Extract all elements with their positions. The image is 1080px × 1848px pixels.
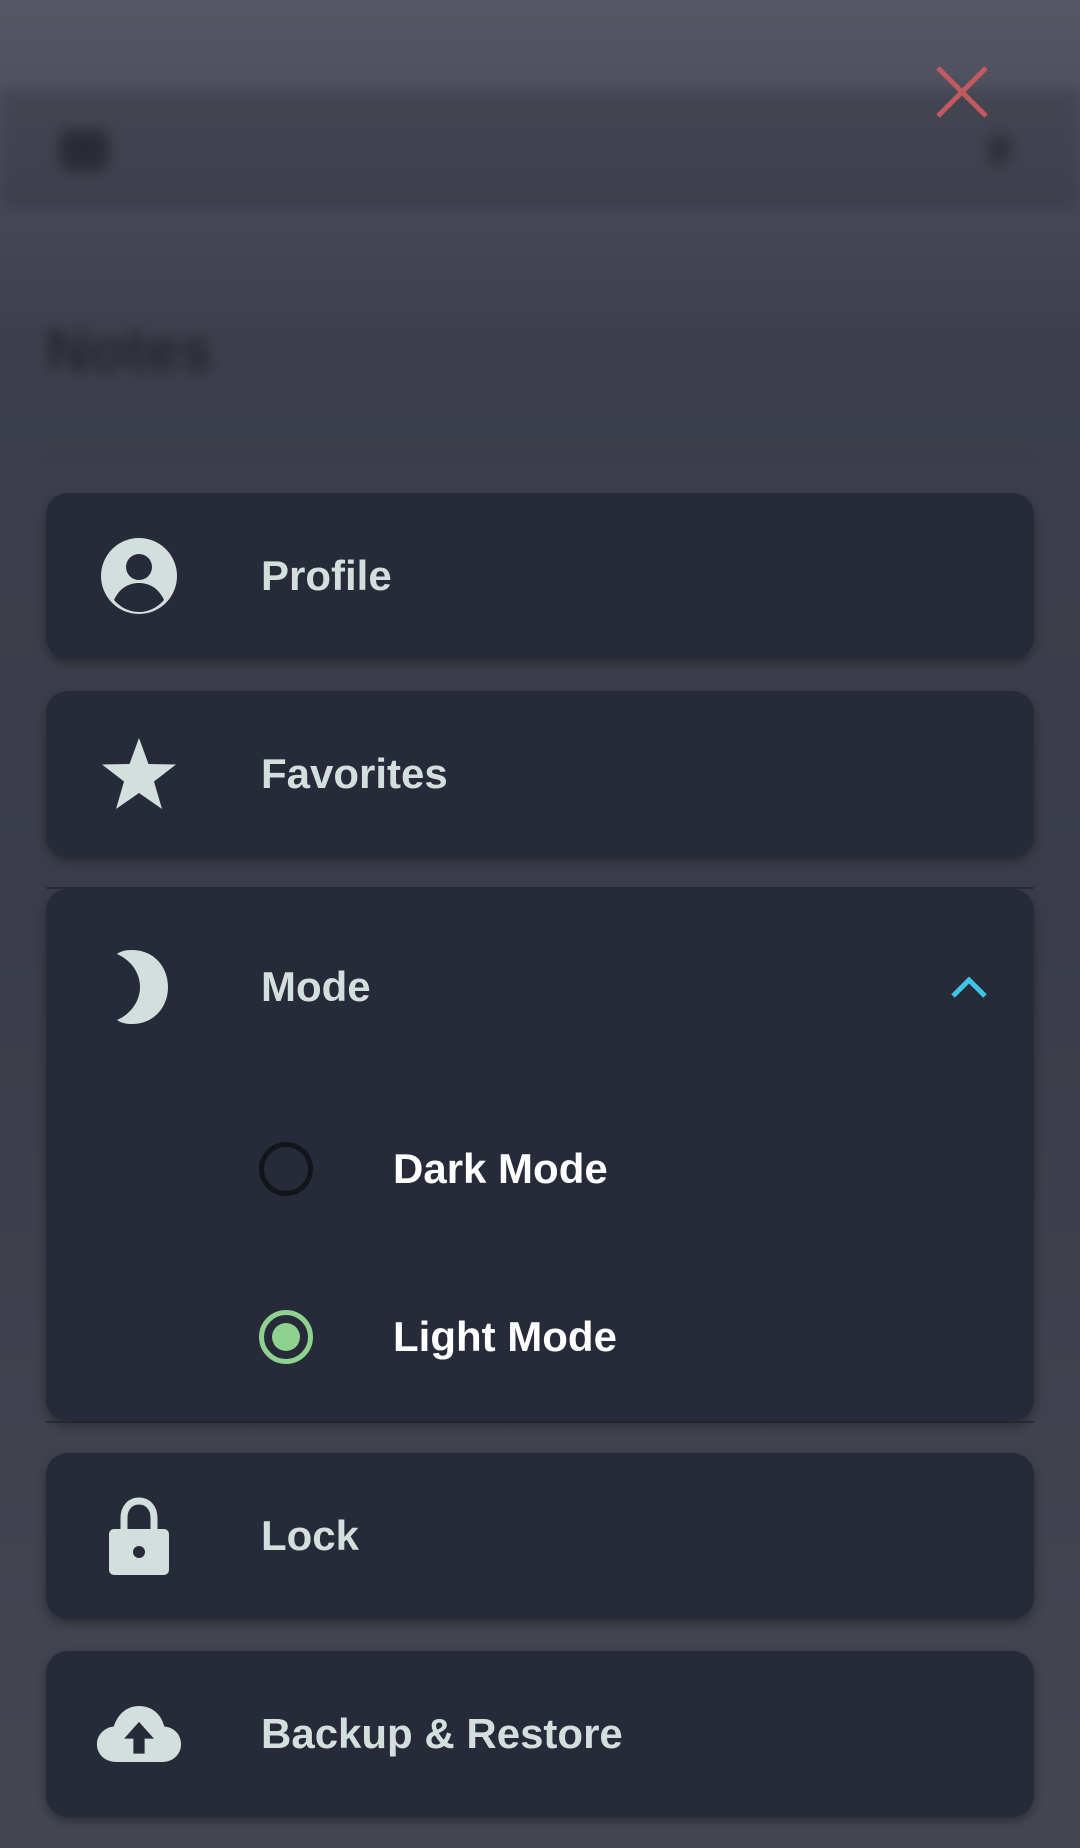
menu-card-backup-restore: Backup & Restore: [46, 1651, 1034, 1817]
radio-unselected-icon[interactable]: [258, 1141, 314, 1197]
divider: [46, 1421, 1034, 1423]
menu-item-lock[interactable]: Lock: [46, 1453, 1034, 1619]
close-icon: [936, 66, 988, 118]
close-button[interactable]: [930, 60, 994, 124]
option-light-mode[interactable]: Light Mode: [46, 1253, 1034, 1421]
chevron-up-icon[interactable]: [944, 962, 994, 1012]
option-label: Dark Mode: [393, 1145, 608, 1192]
menu-item-backup-restore[interactable]: Backup & Restore: [46, 1651, 1034, 1817]
cloud-upload-icon: [96, 1691, 182, 1777]
menu-item-label: Backup & Restore: [261, 1710, 623, 1757]
background-title: Notes: [46, 317, 213, 384]
star-icon: [96, 731, 182, 817]
background-header: [0, 90, 1080, 210]
option-dark-mode[interactable]: Dark Mode: [46, 1085, 1034, 1253]
menu-item-profile[interactable]: Profile: [46, 493, 1034, 659]
lock-icon: [96, 1493, 182, 1579]
account-circle-icon: [96, 533, 182, 619]
background-more-icon: [988, 135, 1010, 165]
radio-selected-icon[interactable]: [258, 1309, 314, 1365]
menu-item-mode[interactable]: Mode: [46, 889, 1034, 1085]
menu-card-favorites: Favorites: [46, 691, 1034, 857]
background-menu-icon: [60, 130, 108, 170]
menu-item-label: Favorites: [261, 750, 448, 797]
menu-item-favorites[interactable]: Favorites: [46, 691, 1034, 857]
menu-item-label: Lock: [261, 1512, 360, 1559]
background-divider: [46, 454, 1034, 456]
menu-card-mode: Mode Dark Mode Light Mode: [46, 889, 1034, 1421]
menu-item-label: Mode: [261, 963, 371, 1010]
menu-card-lock: Lock: [46, 1453, 1034, 1619]
menu-item-label: Profile: [261, 552, 392, 599]
menu-card-profile: Profile: [46, 493, 1034, 659]
moon-icon: [96, 944, 182, 1030]
option-label: Light Mode: [393, 1313, 617, 1360]
